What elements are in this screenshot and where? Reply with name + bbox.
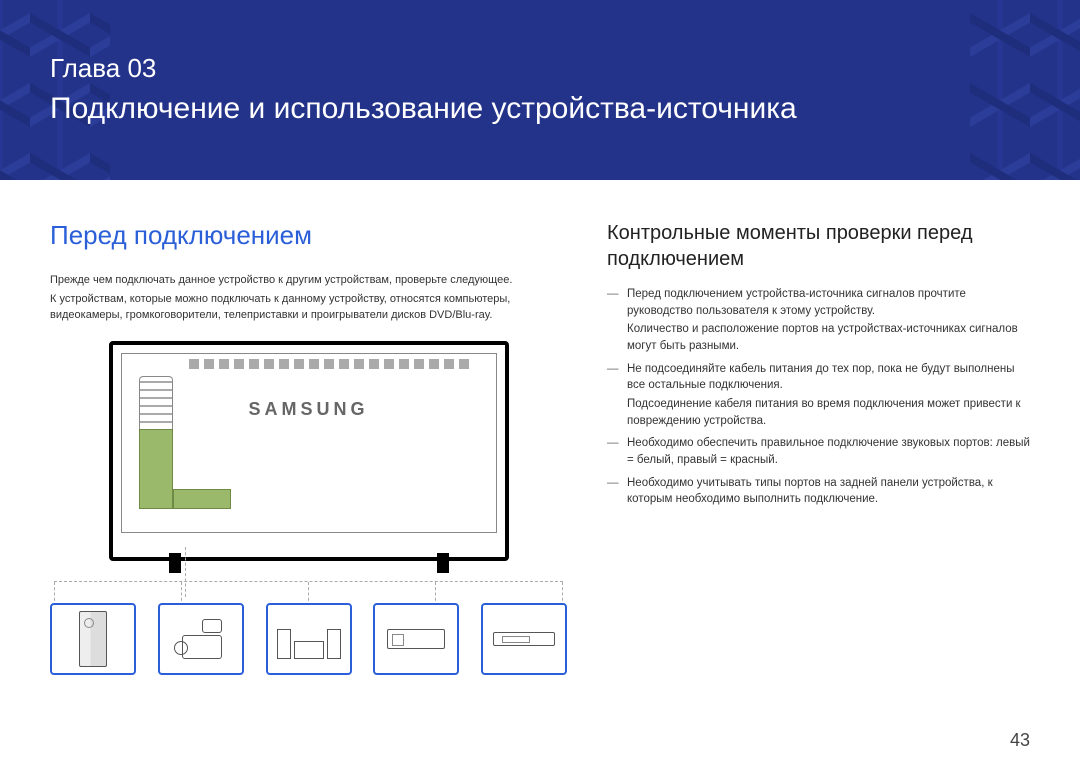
right-column: Контрольные моменты проверки перед подкл… [607,220,1030,675]
banner-decor-right [970,0,1080,180]
dash-marker: ― [607,475,619,492]
connection-diagram: SAMSUNG [50,341,567,675]
device-pc-tower [50,603,136,675]
checklist-item: ― Перед подключением устройства-источник… [607,286,1030,355]
tv-vents [189,359,469,369]
device-hifi-speakers [266,603,352,675]
content-area: Перед подключением Прежде чем подключать… [0,180,1080,675]
tv-illustration: SAMSUNG [109,341,509,561]
device-settop-box [373,603,459,675]
chapter-heading: Глава 03 Подключение и использование уст… [50,52,797,129]
dash-marker: ― [607,286,619,303]
checklist-subtext: Подсоединение кабеля питания во время по… [627,396,1030,429]
intro-paragraph-1: Прежде чем подключать данное устройство … [50,273,567,288]
page-number: 43 [1010,730,1030,751]
checklist-item: ― Необходимо учитывать типы портов на за… [607,475,1030,508]
checklist-item: ― Не подсоединяйте кабель питания до тех… [607,361,1030,430]
chapter-title: Подключение и использование устройства-и… [50,92,797,125]
tv-stand-right [437,553,449,573]
checklist-item: ― Необходимо обеспечить правильное подкл… [607,435,1030,468]
dash-marker: ― [607,361,619,378]
checklist-text: Не подсоединяйте кабель питания до тех п… [627,363,1015,392]
checklist-subtext: Количество и расположение портов на устр… [627,321,1030,354]
chapter-banner: Глава 03 Подключение и использование уст… [0,0,1080,180]
dash-marker: ― [607,435,619,452]
tv-highlight-ports-vertical [139,429,173,509]
left-column: Перед подключением Прежде чем подключать… [50,220,567,675]
checklist-text: Перед подключением устройства-источника … [627,288,966,317]
checklist-text: Необходимо обеспечить правильное подключ… [627,437,1030,466]
device-row [50,603,567,675]
intro-paragraph-2: К устройствам, которые можно подключать … [50,292,567,323]
checklist: ― Перед подключением устройства-источник… [607,286,1030,508]
checklist-text: Необходимо учитывать типы портов на задн… [627,477,993,506]
tv-highlight-ports-horizontal [173,489,231,509]
device-dvd-player [481,603,567,675]
chapter-number: Глава 03 [50,52,797,86]
section-heading: Перед подключением [50,220,567,251]
checklist-heading: Контрольные моменты проверки перед подкл… [607,220,1030,272]
device-camcorder [158,603,244,675]
diagram-wiring [54,581,563,605]
tv-stand-left [169,553,181,573]
